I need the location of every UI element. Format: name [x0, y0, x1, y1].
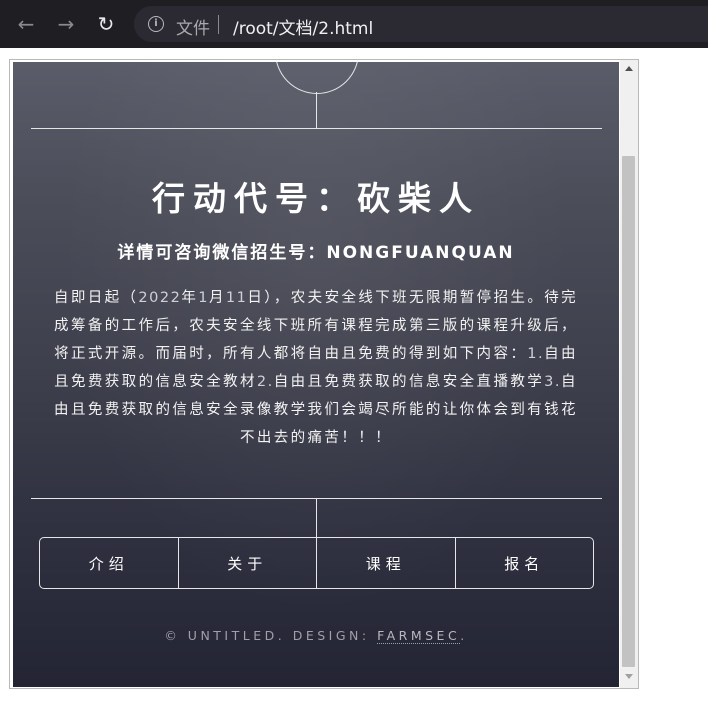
info-icon[interactable]: i: [148, 16, 164, 32]
nav-item-intro[interactable]: 介绍: [40, 538, 179, 588]
announcement-number: 1: [198, 290, 209, 306]
page-content: 行动代号：砍柴人 详情可咨询微信招生号：NONGFUANQUAN 自即日起（20…: [13, 62, 619, 687]
announcement-segment: 自由且免费获取的信息安全直播教学: [273, 374, 545, 390]
announcement-number: 2.: [256, 374, 274, 390]
footer: © UNTITLED. DESIGN: FARMSEC.: [13, 628, 619, 644]
announcement-number: 1.: [527, 346, 545, 362]
url-separator: [218, 15, 219, 34]
browser-toolbar: ← → ↻ i 文件 /root/文档/2.html: [0, 0, 708, 48]
announcement-segment: 月: [208, 290, 226, 306]
announcement-number: 2022: [138, 290, 182, 306]
nav-item-courses[interactable]: 课程: [317, 538, 456, 588]
main-nav: 介绍 关于 课程 报名: [39, 537, 594, 589]
page-subtitle: 详情可咨询微信招生号：NONGFUANQUAN: [117, 243, 515, 263]
scroll-down-arrow-icon[interactable]: [625, 674, 633, 679]
scrollbar-thumb[interactable]: [622, 156, 635, 667]
scroll-up-arrow-icon[interactable]: [625, 66, 633, 71]
url-text[interactable]: /root/文档/2.html: [233, 14, 373, 39]
announcement-number: 11: [225, 290, 248, 306]
announcement-segment: 自即日起（: [53, 290, 139, 306]
top-divider: [31, 128, 602, 129]
decorative-circle: [275, 62, 359, 94]
nav-item-signup[interactable]: 报名: [456, 538, 594, 588]
vertical-scrollbar[interactable]: [620, 60, 638, 688]
nav-item-about[interactable]: 关于: [179, 538, 317, 588]
back-arrow-icon[interactable]: ←: [12, 10, 40, 38]
footer-suffix: .: [460, 628, 468, 643]
footer-copyright: © UNTITLED. DESIGN:: [164, 628, 378, 643]
footer-design-link[interactable]: FARMSEC: [377, 628, 461, 644]
reload-icon[interactable]: ↻: [92, 10, 120, 38]
address-bar[interactable]: i 文件 /root/文档/2.html: [134, 6, 708, 42]
page-title: 行动代号：砍柴人: [152, 179, 480, 218]
bottom-connector-line: [316, 498, 317, 537]
url-scheme-label: 文件: [176, 19, 210, 39]
announcement-segment: 年: [181, 290, 199, 306]
announcement-text: 自即日起（2022年1月11日），农夫安全线下班无限期暂停招生。待完成筹备的工作…: [51, 284, 581, 452]
announcement-number: 3.: [544, 374, 561, 390]
top-connector-line: [316, 92, 317, 129]
forward-arrow-icon[interactable]: →: [52, 10, 80, 38]
page-viewport: 行动代号：砍柴人 详情可咨询微信招生号：NONGFUANQUAN 自即日起（20…: [9, 59, 639, 689]
